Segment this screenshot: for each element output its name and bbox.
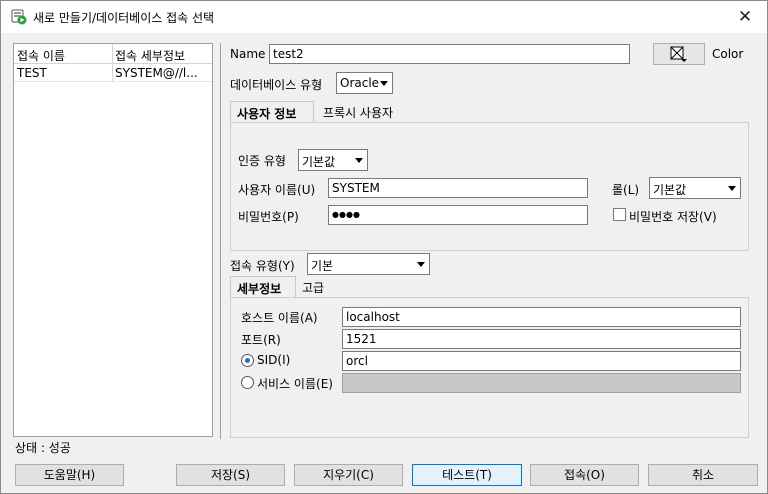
chevron-down-icon [728, 186, 736, 191]
service-name-label: 서비스 이름(E) [257, 377, 333, 391]
port-input[interactable]: 1521 [342, 329, 741, 349]
clear-button[interactable]: 지우기(C) [294, 464, 403, 486]
db-type-value: Oracle [340, 76, 380, 90]
chevron-down-icon [417, 262, 425, 267]
tab-advanced[interactable]: 고급 [296, 276, 330, 298]
table-row[interactable]: TEST SYSTEM@//l... [14, 64, 212, 82]
port-label: 포트(R) [241, 333, 281, 347]
auth-type-value: 기본값 [302, 155, 336, 169]
tab-details[interactable]: 세부정보 [230, 276, 296, 298]
help-button[interactable]: 도움말(H) [15, 464, 124, 486]
service-name-input [342, 373, 741, 393]
cancel-button[interactable]: 취소 [648, 464, 758, 486]
color-button[interactable] [653, 43, 705, 65]
window-title: 새로 만들기/데이터베이스 접속 선택 [33, 11, 215, 25]
connection-type-label: 접속 유형(Y) [230, 259, 295, 273]
column-header-details[interactable]: 접속 세부정보 [115, 47, 211, 64]
password-label: 비밀번호(P) [238, 210, 299, 224]
connection-name-cell: TEST [17, 66, 47, 80]
name-label: Name [230, 47, 266, 61]
name-input[interactable]: test2 [269, 44, 630, 64]
title-bar: 새로 만들기/데이터베이스 접속 선택 ✕ [1, 1, 767, 33]
app-icon [11, 9, 27, 25]
password-input[interactable]: ●●●● [328, 205, 588, 225]
sid-input[interactable]: orcl [342, 351, 741, 371]
auth-type-select[interactable]: 기본값 [298, 149, 368, 171]
db-type-label: 데이터베이스 유형 [230, 78, 323, 92]
test-button[interactable]: 테스트(T) [412, 464, 522, 486]
service-name-radio[interactable] [241, 376, 254, 389]
host-input[interactable]: localhost [342, 307, 741, 327]
color-label: Color [712, 47, 744, 61]
connection-type-select[interactable]: 기본 [307, 253, 430, 275]
role-value: 기본값 [653, 183, 687, 197]
connection-dialog: 새로 만들기/데이터베이스 접속 선택 ✕ 접속 이름 접속 세부정보 TEST… [0, 0, 768, 494]
connection-list: 접속 이름 접속 세부정보 TEST SYSTEM@//l... [13, 43, 213, 437]
sid-label: SID(I) [257, 353, 291, 367]
tab-user-info[interactable]: 사용자 정보 [230, 101, 314, 123]
split-divider[interactable] [220, 43, 221, 439]
chevron-down-icon [380, 81, 388, 86]
connect-button[interactable]: 접속(O) [530, 464, 639, 486]
column-header-name[interactable]: 접속 이름 [17, 47, 113, 64]
sid-radio[interactable] [241, 354, 254, 367]
save-button[interactable]: 저장(S) [176, 464, 285, 486]
host-label: 호스트 이름(A) [241, 311, 318, 325]
role-select[interactable]: 기본값 [649, 177, 741, 199]
save-password-checkbox[interactable] [613, 208, 626, 221]
db-type-select[interactable]: Oracle [336, 72, 393, 94]
auth-type-label: 인증 유형 [238, 154, 286, 168]
status-text: 상태 : 성공 [15, 441, 71, 455]
role-label: 롤(L) [612, 183, 640, 197]
close-icon[interactable]: ✕ [727, 3, 763, 31]
connection-list-header: 접속 이름 접속 세부정보 [14, 44, 212, 64]
color-picker-icon [670, 46, 687, 62]
chevron-down-icon [355, 158, 363, 163]
username-input[interactable]: SYSTEM [328, 178, 588, 198]
save-password-label: 비밀번호 저장(V) [629, 210, 717, 224]
connection-type-value: 기본 [311, 259, 334, 273]
username-label: 사용자 이름(U) [238, 183, 316, 197]
connection-details-cell: SYSTEM@//l... [115, 66, 198, 80]
tab-proxy-user[interactable]: 프록시 사용자 [317, 101, 399, 123]
